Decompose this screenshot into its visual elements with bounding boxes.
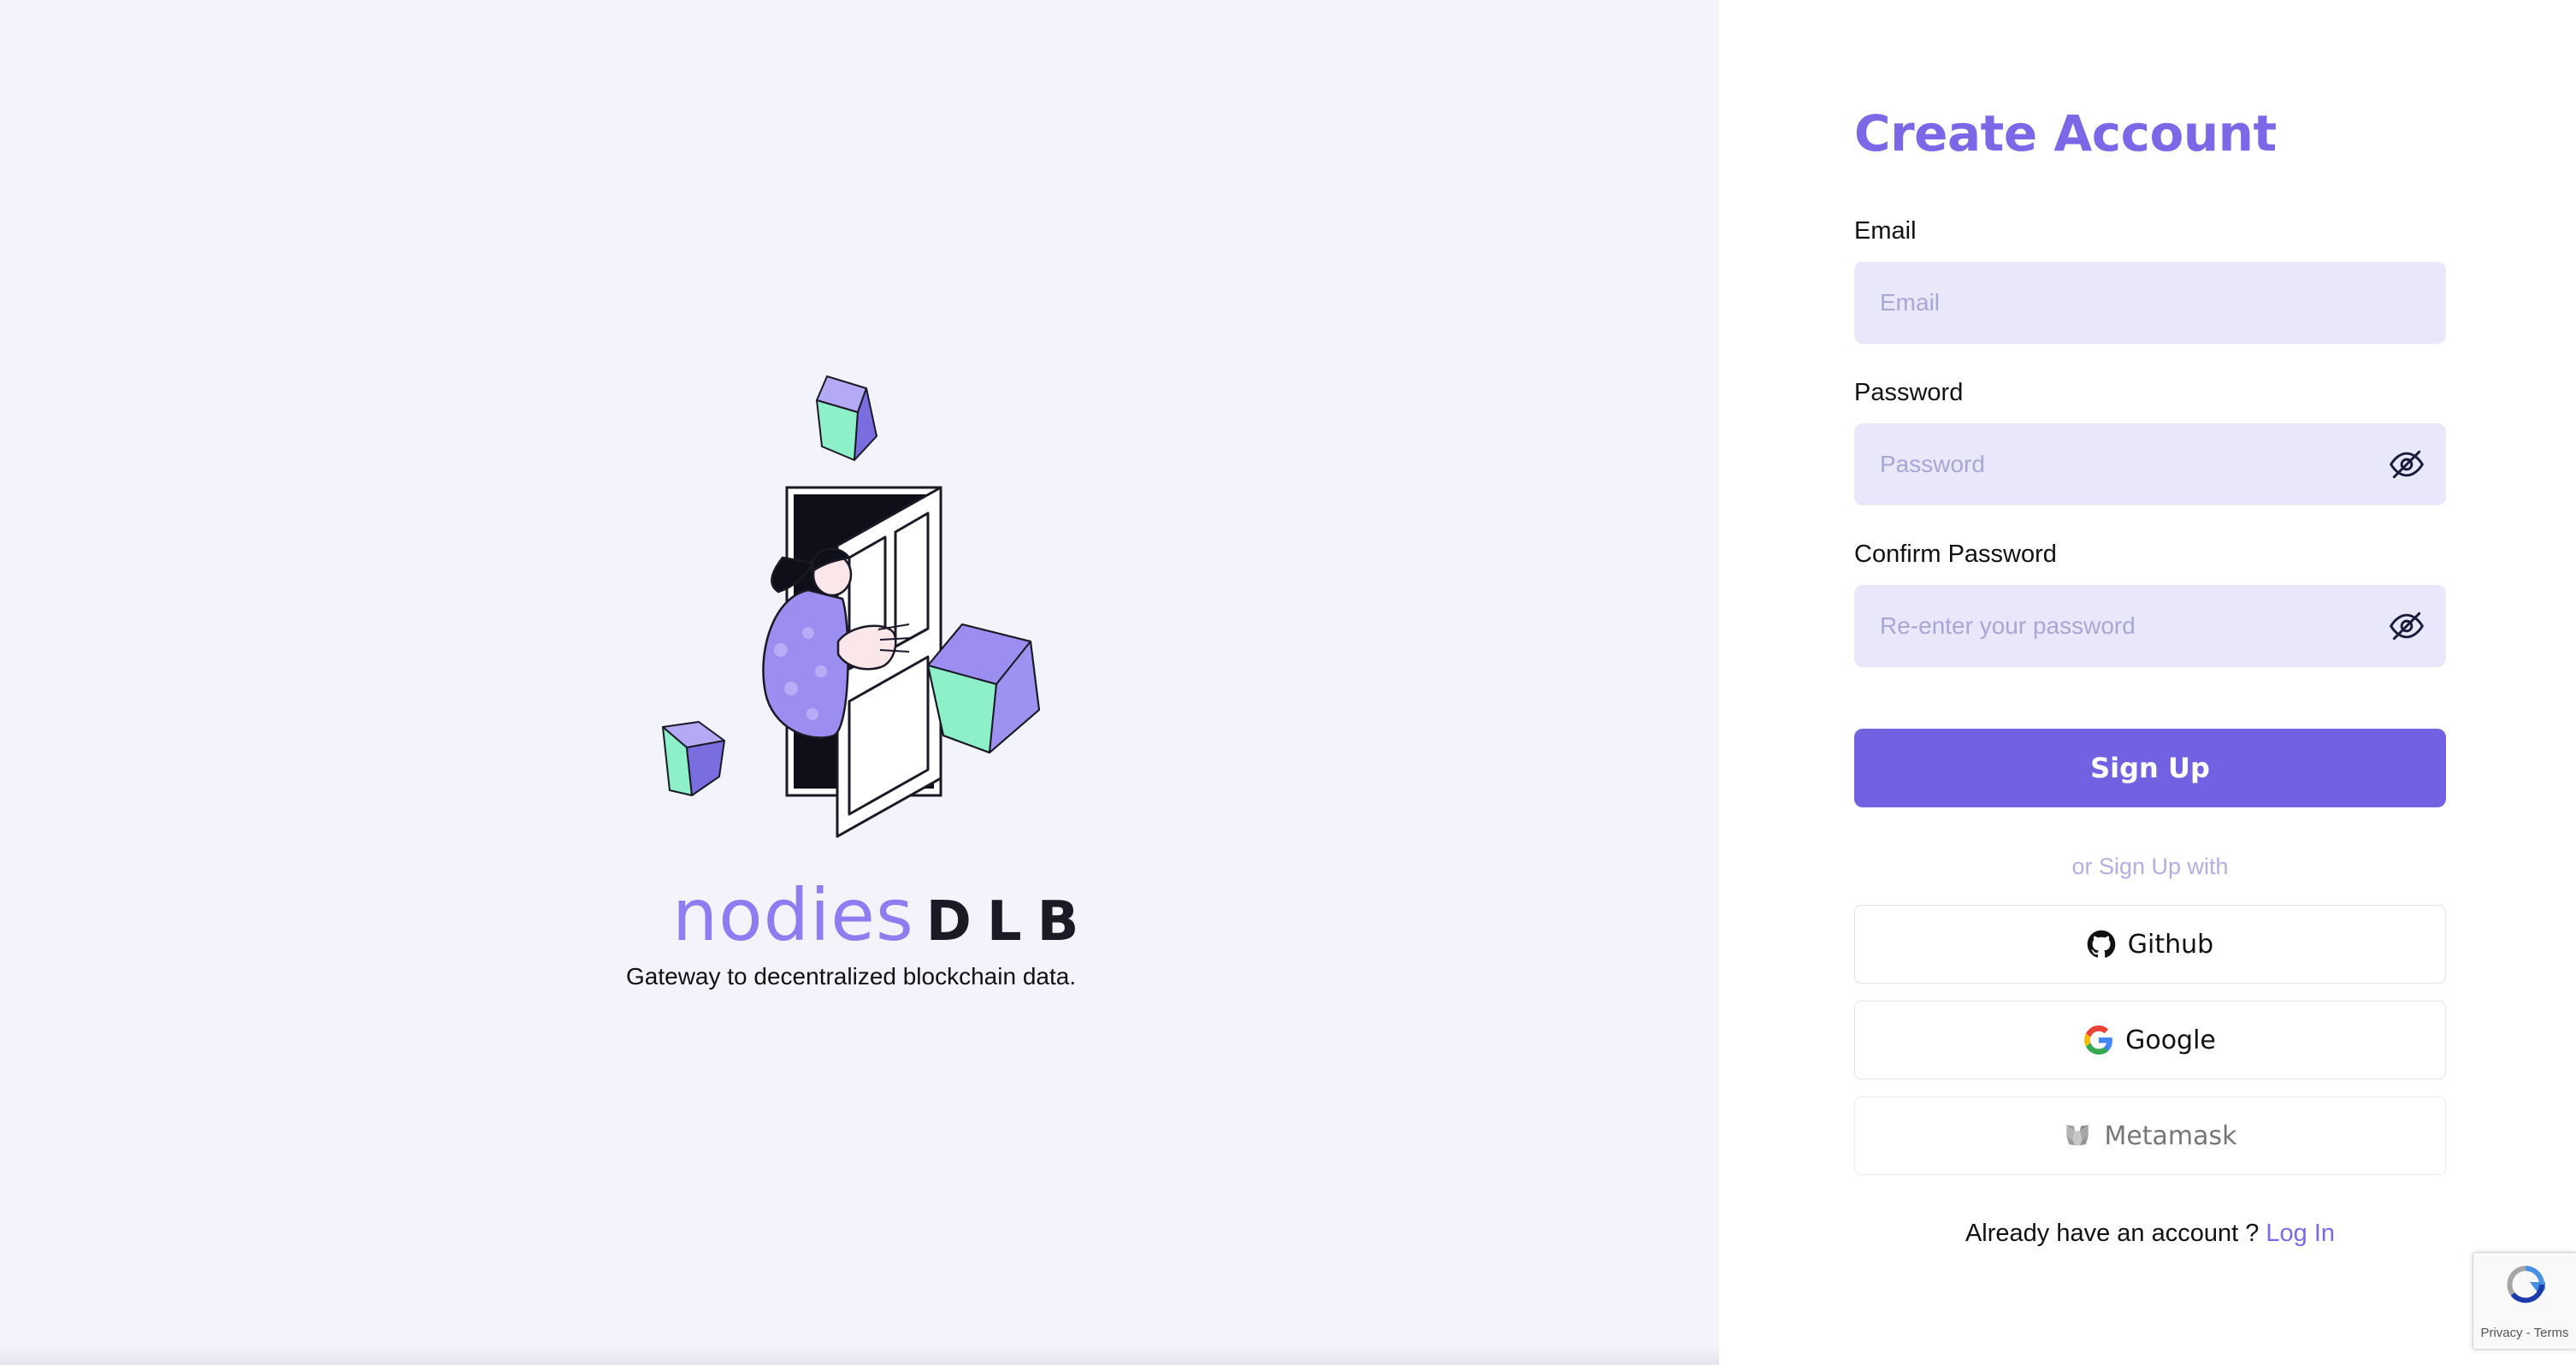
github-signup-button[interactable]: Github	[1854, 905, 2446, 984]
google-signup-button[interactable]: Google	[1854, 1001, 2446, 1079]
google-icon	[2084, 1025, 2113, 1055]
recaptcha-text[interactable]: Privacy - Terms	[2473, 1326, 2576, 1340]
page-title: Create Account	[1854, 104, 2277, 162]
password-field-wrapper	[1854, 423, 2446, 505]
brand-name-nodies: nodies	[672, 873, 914, 957]
signup-panel: Create Account Email Password Confirm Pa…	[1719, 0, 2576, 1365]
password-field[interactable]	[1854, 423, 2446, 505]
email-field-wrapper	[1854, 262, 2446, 344]
password-label: Password	[1854, 379, 1964, 406]
eye-off-icon[interactable]	[2388, 446, 2425, 483]
sign-up-button[interactable]: Sign Up	[1854, 729, 2446, 807]
cube-right	[927, 623, 1040, 753]
google-label: Google	[2125, 1025, 2216, 1055]
email-field[interactable]	[1854, 262, 2446, 344]
brand-tagline: Gateway to decentralized blockchain data…	[626, 963, 1077, 990]
github-icon	[2087, 930, 2116, 959]
metamask-signup-button[interactable]: Metamask	[1854, 1096, 2446, 1175]
metamask-label: Metamask	[2104, 1120, 2237, 1151]
cube-left	[662, 721, 725, 796]
login-prompt-row: Already have an account ? Log In	[1854, 1220, 2446, 1248]
cube-top	[816, 375, 877, 461]
sso-divider-text: or Sign Up with	[2071, 854, 2229, 879]
email-label: Email	[1854, 217, 1917, 245]
brand-logo: nodies DLB	[672, 873, 1094, 957]
github-label: Github	[2127, 929, 2214, 960]
confirm-password-field[interactable]	[1854, 585, 2446, 667]
recaptcha-icon	[2507, 1266, 2545, 1303]
eye-off-icon[interactable]	[2388, 607, 2425, 645]
confirm-password-label: Confirm Password	[1854, 541, 2057, 568]
recaptcha-badge[interactable]: Privacy - Terms	[2473, 1252, 2576, 1350]
brand-name-dlb: DLB	[925, 890, 1095, 954]
login-link[interactable]: Log In	[2266, 1220, 2335, 1247]
confirm-password-field-wrapper	[1854, 585, 2446, 667]
login-prompt: Already have an account ?	[1964, 1220, 2260, 1247]
metamask-icon	[2063, 1121, 2092, 1150]
hero-illustration	[662, 375, 1040, 838]
brand-panel: nodies DLB Gateway to decentralized bloc…	[0, 0, 1719, 1365]
